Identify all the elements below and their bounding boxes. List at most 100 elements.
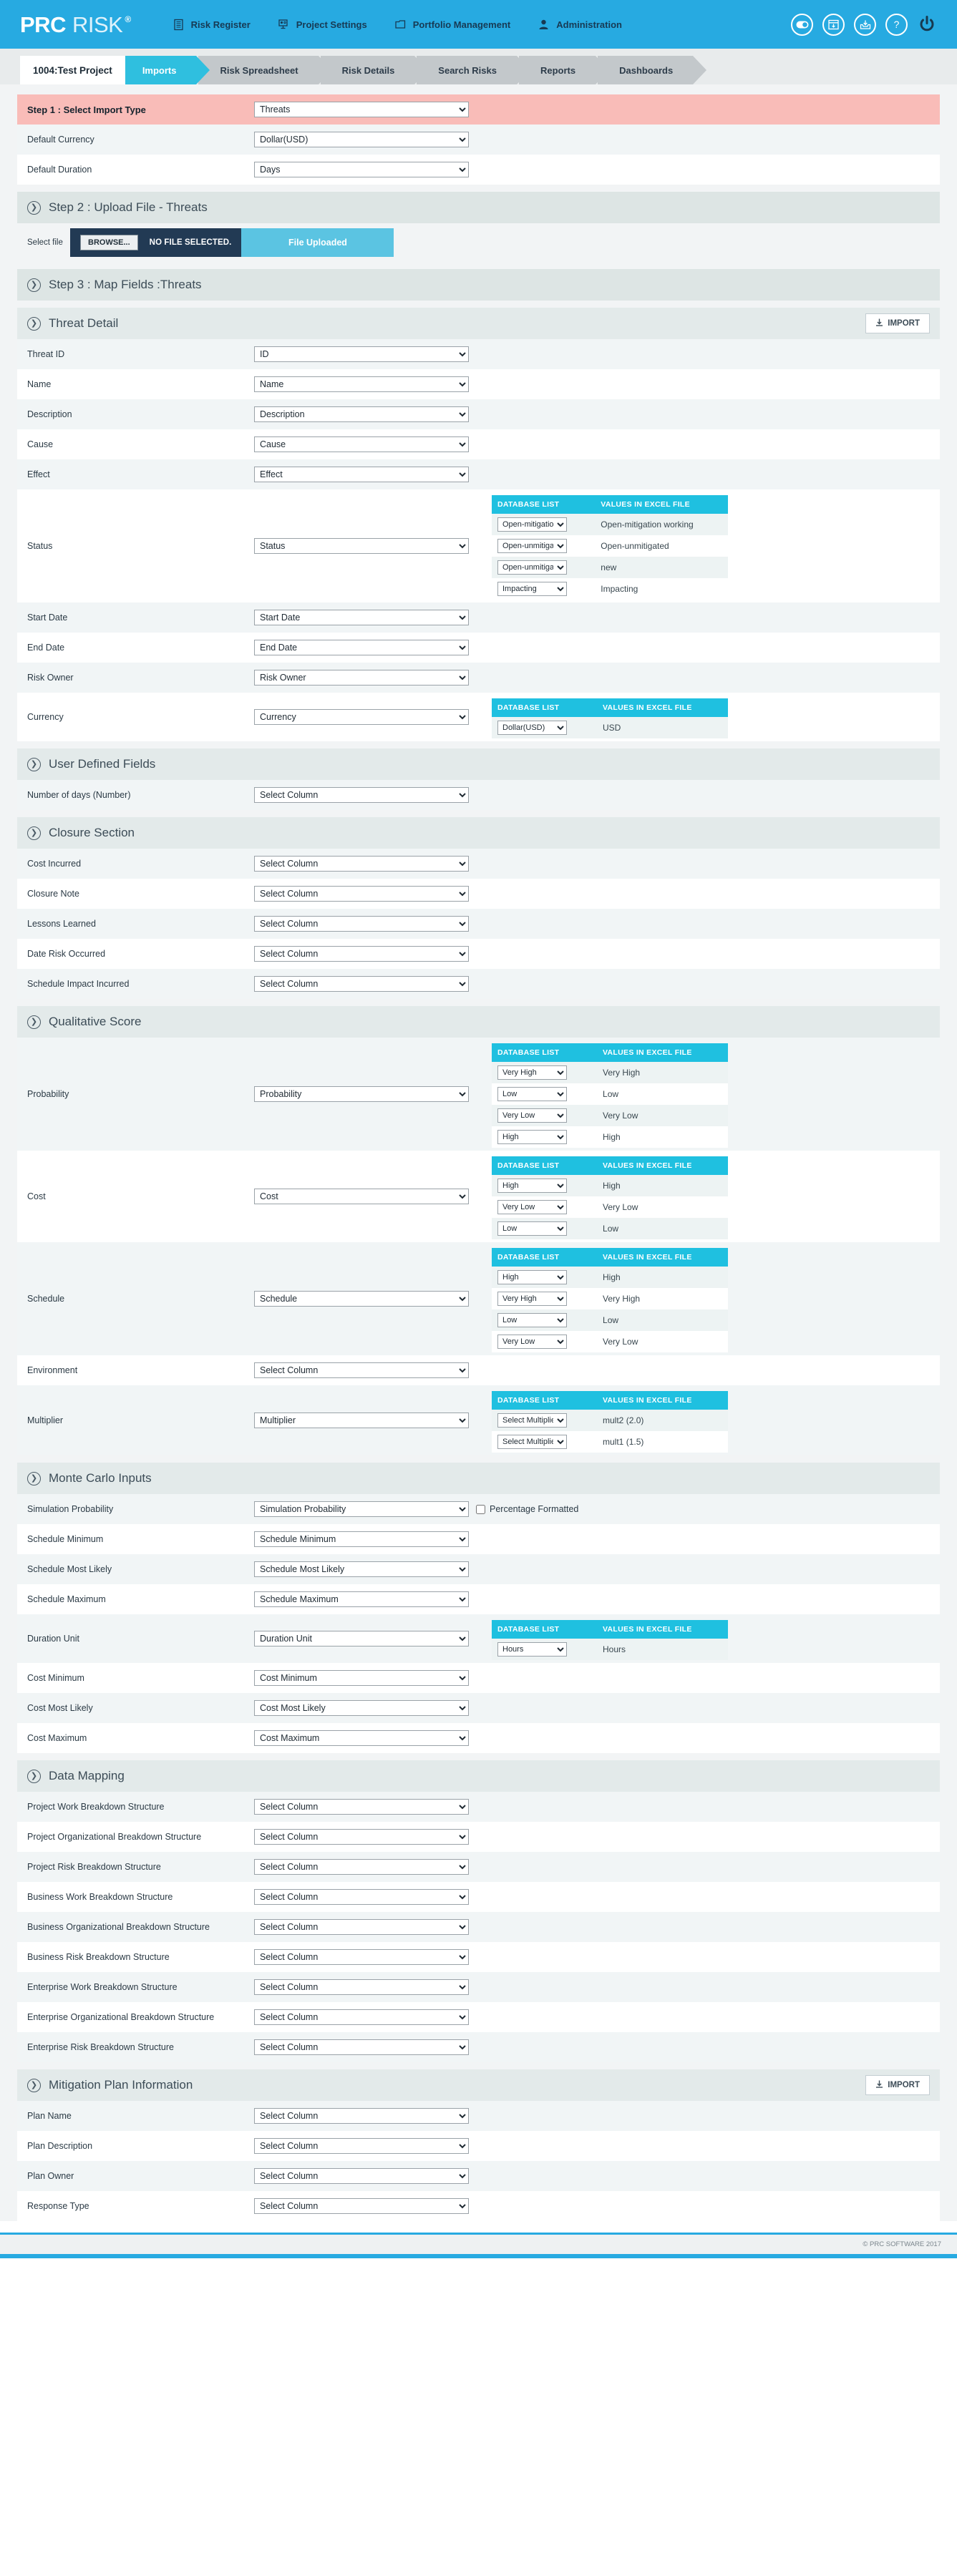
status-map-select[interactable]: Open-unmitigated [497, 560, 567, 575]
cost-incurred-select[interactable]: Select Column [254, 856, 469, 872]
threat-id-select[interactable]: ID [254, 346, 469, 362]
schedule-map-select[interactable]: Very Low [497, 1335, 567, 1349]
cost-map-select[interactable]: Very Low [497, 1200, 567, 1214]
threat-detail-section-header[interactable]: ❯ Threat Detail IMPORT [17, 308, 940, 339]
probability-map-select[interactable]: Low [497, 1087, 567, 1101]
mitigation-import-button[interactable]: IMPORT [865, 2075, 930, 2095]
threat-detail-import-button[interactable]: IMPORT [865, 313, 930, 333]
name-select[interactable]: Name [254, 376, 469, 392]
file-uploaded-button[interactable]: File Uploaded [241, 228, 394, 257]
default-duration-select[interactable]: Days [254, 162, 469, 177]
db-cell: Select Multiplier [492, 1410, 598, 1431]
schedule-map-select[interactable]: High [497, 1270, 567, 1284]
closure-section-header[interactable]: ❯ Closure Section [17, 817, 940, 849]
multiplier-map-select[interactable]: Select Multiplier [497, 1413, 567, 1428]
schedule-map-select[interactable]: Low [497, 1313, 567, 1327]
project-obs-select[interactable]: Select Column [254, 1829, 469, 1845]
schedule-minimum-select[interactable]: Schedule Minimum [254, 1531, 469, 1547]
import-type-select[interactable]: Threats [254, 102, 469, 117]
project-tab[interactable]: 1004:Test Project [20, 56, 125, 84]
tab-risk-spreadsheet[interactable]: Risk Spreadsheet [198, 56, 332, 84]
currency-select[interactable]: Currency [254, 709, 469, 725]
calendar-download-icon[interactable] [822, 13, 845, 36]
file-input[interactable]: BROWSE... NO FILE SELECTED. [70, 228, 242, 257]
tab-dashboards[interactable]: Dashboards [598, 56, 707, 84]
user-icon [538, 19, 550, 31]
status-map-select[interactable]: Impacting [497, 582, 567, 596]
step2-section-header[interactable]: ❯ Step 2 : Upload File - Threats [17, 192, 940, 223]
lessons-learned-select[interactable]: Select Column [254, 916, 469, 932]
project-rbs-select[interactable]: Select Column [254, 1859, 469, 1875]
app-logo[interactable]: PRC RISK ® [20, 14, 131, 36]
start-date-select[interactable]: Start Date [254, 610, 469, 625]
cost-map-select[interactable]: High [497, 1179, 567, 1193]
description-select[interactable]: Description [254, 406, 469, 422]
probability-select[interactable]: Probability [254, 1086, 469, 1102]
probability-map-select[interactable]: Very Low [497, 1108, 567, 1123]
monte-carlo-section-header[interactable]: ❯ Monte Carlo Inputs [17, 1463, 940, 1494]
qualitative-section-header[interactable]: ❯ Qualitative Score [17, 1006, 940, 1038]
tab-search-risks[interactable]: Search Risks [417, 56, 530, 84]
cost-select[interactable]: Cost [254, 1189, 469, 1204]
status-select[interactable]: Status [254, 538, 469, 554]
data-mapping-section-header[interactable]: ❯ Data Mapping [17, 1760, 940, 1792]
nav-risk-register[interactable]: Risk Register [173, 19, 251, 31]
currency-map-select[interactable]: Dollar(USD) [497, 721, 567, 735]
nav-portfolio-management[interactable]: Portfolio Management [394, 19, 510, 31]
enterprise-obs-select[interactable]: Select Column [254, 2009, 469, 2025]
environment-select[interactable]: Select Column [254, 1362, 469, 1378]
cause-select[interactable]: Cause [254, 436, 469, 452]
schedule-map-select[interactable]: Very High [497, 1292, 567, 1306]
probability-map-select[interactable]: High [497, 1130, 567, 1144]
plan-description-select[interactable]: Select Column [254, 2138, 469, 2154]
status-map-select[interactable]: Open-unmitigated [497, 539, 567, 553]
help-icon[interactable]: ? [885, 13, 908, 36]
enterprise-wbs-select[interactable]: Select Column [254, 1979, 469, 1995]
schedule-maximum-select[interactable]: Schedule Maximum [254, 1591, 469, 1607]
cost-most-likely-select[interactable]: Cost Most Likely [254, 1700, 469, 1716]
duration-unit-select[interactable]: Duration Unit [254, 1631, 469, 1646]
end-date-select[interactable]: End Date [254, 640, 469, 655]
tab-risk-details[interactable]: Risk Details [320, 56, 428, 84]
lessons-learned-row: Lessons Learned Select Column [17, 909, 940, 939]
status-map-select[interactable]: Open-mitigation working [497, 517, 567, 532]
cost-maximum-select[interactable]: Cost Maximum [254, 1730, 469, 1746]
user-defined-section-header[interactable]: ❯ User Defined Fields [17, 748, 940, 780]
date-risk-occurred-select[interactable]: Select Column [254, 946, 469, 962]
browse-button[interactable]: BROWSE... [80, 235, 138, 250]
plan-name-select[interactable]: Select Column [254, 2108, 469, 2124]
cost-map-select[interactable]: Low [497, 1221, 567, 1236]
excel-cell: Hours [597, 1639, 728, 1660]
schedule-select[interactable]: Schedule [254, 1291, 469, 1307]
business-obs-select[interactable]: Select Column [254, 1919, 469, 1935]
number-of-days-select[interactable]: Select Column [254, 787, 469, 803]
schedule-most-likely-select[interactable]: Schedule Most Likely [254, 1561, 469, 1577]
nav-project-settings[interactable]: Project Settings [278, 19, 367, 31]
step3-section-header[interactable]: ❯ Step 3 : Map Fields :Threats [17, 269, 940, 301]
business-wbs-select[interactable]: Select Column [254, 1889, 469, 1905]
mitigation-section-header[interactable]: ❯ Mitigation Plan Information IMPORT [17, 2069, 940, 2101]
business-rbs-select[interactable]: Select Column [254, 1949, 469, 1965]
duration-unit-map-select[interactable]: Hours [497, 1642, 567, 1657]
probability-map-select[interactable]: Very High [497, 1065, 567, 1080]
enterprise-rbs-select[interactable]: Select Column [254, 2039, 469, 2055]
multiplier-select[interactable]: Multiplier [254, 1413, 469, 1428]
effect-select[interactable]: Effect [254, 467, 469, 482]
nav-administration[interactable]: Administration [538, 19, 622, 31]
risk-owner-select[interactable]: Risk Owner [254, 670, 469, 686]
percentage-formatted-checkbox[interactable] [476, 1504, 485, 1514]
simulation-probability-select[interactable]: Simulation Probability [254, 1501, 469, 1517]
closure-note-select[interactable]: Select Column [254, 886, 469, 902]
toggle-icon[interactable] [791, 13, 813, 36]
multiplier-map-select[interactable]: Select Multiplier [497, 1435, 567, 1449]
plan-owner-select[interactable]: Select Column [254, 2168, 469, 2184]
tab-imports[interactable]: Imports [125, 56, 210, 84]
power-icon[interactable] [917, 14, 937, 34]
inbox-download-icon[interactable] [854, 13, 876, 36]
tab-reports[interactable]: Reports [518, 56, 610, 84]
cost-minimum-select[interactable]: Cost Minimum [254, 1670, 469, 1686]
default-currency-select[interactable]: Dollar(USD) [254, 132, 469, 147]
response-type-select[interactable]: Select Column [254, 2198, 469, 2214]
project-wbs-select[interactable]: Select Column [254, 1799, 469, 1815]
schedule-impact-incurred-select[interactable]: Select Column [254, 976, 469, 992]
